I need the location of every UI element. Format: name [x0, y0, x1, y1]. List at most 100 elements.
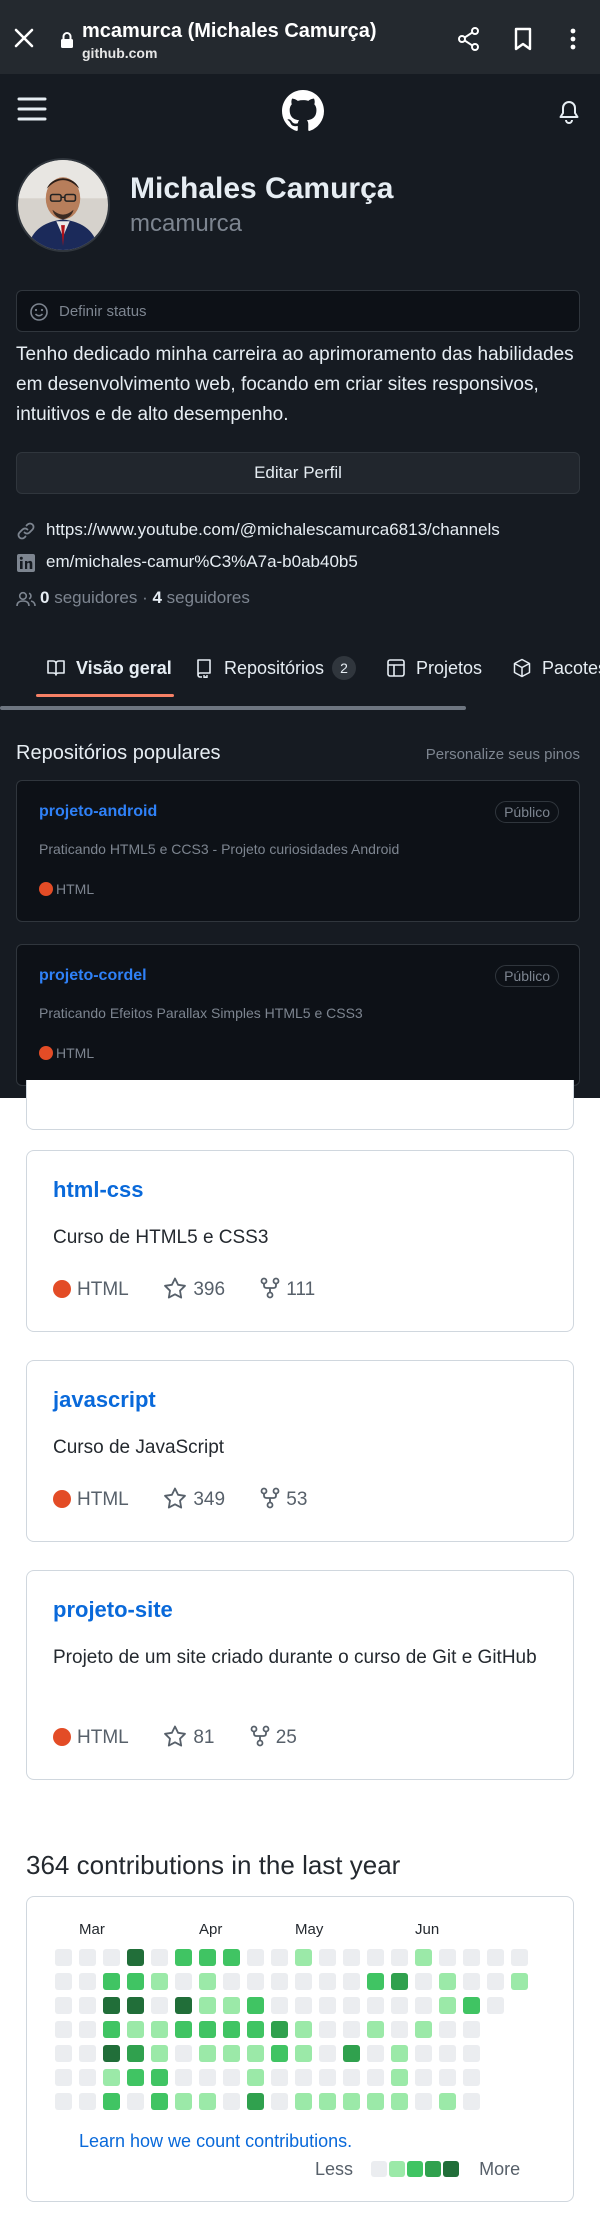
contribution-cell[interactable] — [127, 2069, 144, 2086]
bookmark-icon[interactable] — [510, 26, 536, 52]
repo-name-link[interactable]: projeto-android — [39, 803, 157, 821]
contribution-cell[interactable] — [127, 1973, 144, 1990]
contribution-cell[interactable] — [127, 1997, 144, 2014]
contribution-cell[interactable] — [439, 1997, 456, 2014]
contribution-cell[interactable] — [343, 1997, 360, 2014]
repo-name-link[interactable]: html-css — [53, 1177, 143, 1203]
contribution-cell[interactable] — [463, 2045, 480, 2062]
contribution-cell[interactable] — [247, 1997, 264, 2014]
contribution-cell[interactable] — [343, 1949, 360, 1966]
contribution-cell[interactable] — [79, 1949, 96, 1966]
contribution-cell[interactable] — [175, 2093, 192, 2110]
contribution-cell[interactable] — [319, 1949, 336, 1966]
contribution-cell[interactable] — [223, 2021, 240, 2038]
contribution-cell[interactable] — [415, 2069, 432, 2086]
share-icon[interactable] — [456, 26, 482, 52]
repo-name-link[interactable]: projeto-site — [53, 1597, 173, 1623]
contribution-cell[interactable] — [391, 2021, 408, 2038]
contribution-cell[interactable] — [367, 2093, 384, 2110]
contribution-cell[interactable] — [439, 2021, 456, 2038]
contribution-cell[interactable] — [391, 1949, 408, 1966]
contribution-cell[interactable] — [439, 2069, 456, 2086]
contribution-cell[interactable] — [367, 1997, 384, 2014]
contribution-cell[interactable] — [151, 2021, 168, 2038]
contribution-cell[interactable] — [415, 2045, 432, 2062]
contribution-cell[interactable] — [271, 2045, 288, 2062]
contribution-cell[interactable] — [79, 2045, 96, 2062]
contribution-cell[interactable] — [175, 2021, 192, 2038]
contribution-cell[interactable] — [175, 1949, 192, 1966]
contribution-cell[interactable] — [247, 2069, 264, 2086]
contribution-cell[interactable] — [175, 2069, 192, 2086]
bell-icon[interactable] — [558, 100, 580, 124]
contribution-cell[interactable] — [463, 1949, 480, 1966]
contribution-cell[interactable] — [391, 2045, 408, 2062]
edit-profile-button[interactable]: Editar Perfil — [16, 452, 580, 494]
contribution-cell[interactable] — [175, 1997, 192, 2014]
contribution-cell[interactable] — [103, 2093, 120, 2110]
contribution-cell[interactable] — [343, 2093, 360, 2110]
contribution-cell[interactable] — [295, 2021, 312, 2038]
avatar[interactable] — [16, 158, 110, 252]
contribution-cell[interactable] — [247, 2045, 264, 2062]
contribution-cell[interactable] — [79, 2021, 96, 2038]
contribution-cell[interactable] — [295, 1973, 312, 1990]
contribution-cell[interactable] — [55, 2069, 72, 2086]
contribution-cell[interactable] — [79, 1973, 96, 1990]
contribution-cell[interactable] — [391, 2069, 408, 2086]
contribution-cell[interactable] — [175, 1973, 192, 1990]
contribution-cell[interactable] — [223, 2069, 240, 2086]
contribution-cell[interactable] — [415, 2093, 432, 2110]
fork-count[interactable]: 25 — [276, 1727, 297, 1748]
contribution-cell[interactable] — [127, 2093, 144, 2110]
contribution-cell[interactable] — [127, 2045, 144, 2062]
contribution-cell[interactable] — [223, 2093, 240, 2110]
contribution-cell[interactable] — [151, 1949, 168, 1966]
contribution-cell[interactable] — [271, 2069, 288, 2086]
contribution-cell[interactable] — [247, 1949, 264, 1966]
contribution-cell[interactable] — [391, 1973, 408, 1990]
contribution-cell[interactable] — [511, 1973, 528, 1990]
contribution-cell[interactable] — [199, 2069, 216, 2086]
contribution-cell[interactable] — [127, 2021, 144, 2038]
star-count[interactable]: 349 — [193, 1489, 225, 1510]
github-logo-icon[interactable] — [282, 90, 324, 132]
customize-pins-link[interactable]: Personalize seus pinos — [426, 746, 580, 763]
close-icon[interactable] — [12, 26, 36, 50]
contribution-cell[interactable] — [55, 2045, 72, 2062]
contribution-cell[interactable] — [367, 2069, 384, 2086]
contribution-cell[interactable] — [103, 2045, 120, 2062]
contribution-cell[interactable] — [463, 2069, 480, 2086]
contribution-cell[interactable] — [319, 2021, 336, 2038]
contribution-cell[interactable] — [295, 2069, 312, 2086]
contribution-cell[interactable] — [487, 1973, 504, 1990]
contribution-cell[interactable] — [103, 1949, 120, 1966]
contribution-cell[interactable] — [319, 1973, 336, 1990]
contribution-cell[interactable] — [295, 2045, 312, 2062]
contribution-cell[interactable] — [415, 2021, 432, 2038]
contribution-cell[interactable] — [151, 1997, 168, 2014]
contribution-cell[interactable] — [103, 2069, 120, 2086]
contribution-cell[interactable] — [199, 2021, 216, 2038]
contribution-cell[interactable] — [79, 2069, 96, 2086]
contribution-cell[interactable] — [247, 2021, 264, 2038]
contribution-cell[interactable] — [463, 2093, 480, 2110]
browser-url[interactable]: github.com — [82, 45, 157, 61]
contribution-cell[interactable] — [55, 1997, 72, 2014]
linkedin-link-text[interactable]: em/michales-camur%C3%A7a-b0ab40b5 — [46, 552, 358, 572]
contribution-cell[interactable] — [271, 1949, 288, 1966]
contribution-cell[interactable] — [367, 1973, 384, 1990]
contribution-cell[interactable] — [271, 2021, 288, 2038]
contribution-cell[interactable] — [127, 1949, 144, 1966]
contribution-cell[interactable] — [103, 1997, 120, 2014]
contribution-cell[interactable] — [223, 2045, 240, 2062]
website-link-text[interactable]: https://www.youtube.com/@michalescamurca… — [46, 520, 500, 540]
contribution-cell[interactable] — [487, 1997, 504, 2014]
contribution-cell[interactable] — [439, 2045, 456, 2062]
fork-count[interactable]: 53 — [286, 1489, 307, 1510]
fork-count[interactable]: 111 — [286, 1279, 315, 1300]
contribution-cell[interactable] — [343, 2021, 360, 2038]
contribution-cell[interactable] — [367, 1949, 384, 1966]
contribution-cell[interactable] — [79, 1997, 96, 2014]
contribution-cell[interactable] — [367, 2045, 384, 2062]
